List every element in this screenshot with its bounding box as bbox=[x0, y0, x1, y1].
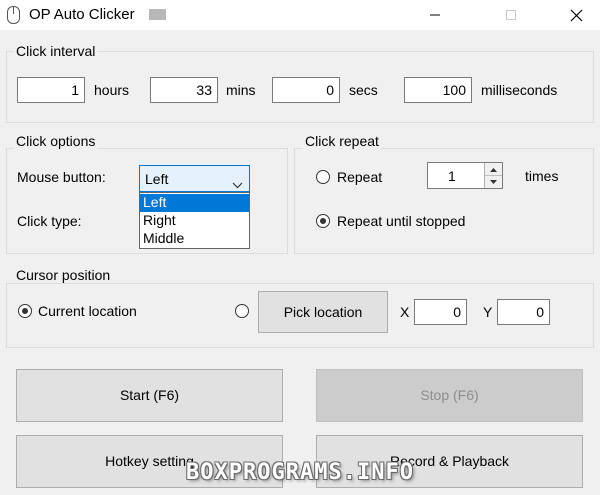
repeat-label: Repeat bbox=[337, 169, 383, 185]
stepper-buttons bbox=[484, 163, 502, 188]
mouse-button-value: Left bbox=[145, 171, 169, 187]
secs-input[interactable]: 0 bbox=[272, 77, 340, 103]
caret-down-icon bbox=[490, 180, 497, 184]
repeat-until-stopped-radio[interactable] bbox=[316, 214, 330, 228]
hours-input[interactable]: 1 bbox=[17, 77, 85, 103]
maximize-icon bbox=[506, 10, 516, 20]
close-button[interactable] bbox=[553, 0, 599, 30]
start-button[interactable]: Start (F6) bbox=[16, 369, 283, 422]
times-label: times bbox=[525, 168, 559, 184]
maximize-button[interactable] bbox=[488, 0, 534, 30]
stop-button[interactable]: Stop (F6) bbox=[316, 369, 583, 422]
mins-label: mins bbox=[226, 82, 256, 98]
cursor-position-title: Cursor position bbox=[14, 267, 113, 283]
title-smudge bbox=[149, 9, 166, 20]
mouse-button-dropdown-list: Left Right Middle bbox=[139, 192, 250, 249]
click-interval-title: Click interval bbox=[14, 43, 98, 59]
secs-label: secs bbox=[349, 82, 378, 98]
minimize-button[interactable] bbox=[412, 0, 458, 30]
click-options-title: Click options bbox=[14, 133, 98, 149]
current-location-label: Current location bbox=[38, 303, 137, 319]
repeat-count-stepper[interactable]: 1 bbox=[427, 162, 503, 189]
current-location-radio[interactable] bbox=[18, 304, 32, 318]
close-icon bbox=[570, 9, 582, 22]
stepper-down-button[interactable] bbox=[485, 175, 502, 187]
hours-label: hours bbox=[94, 82, 130, 98]
repeat-count-value: 1 bbox=[448, 168, 456, 184]
window-title: OP Auto Clicker bbox=[29, 6, 135, 23]
x-coordinate-input[interactable]: 0 bbox=[414, 299, 467, 325]
chevron-down-icon bbox=[232, 176, 243, 192]
pick-location-radio[interactable] bbox=[235, 304, 249, 318]
mins-input[interactable]: 33 bbox=[150, 77, 218, 103]
repeat-until-stopped-label: Repeat until stopped bbox=[337, 213, 466, 229]
minimize-icon bbox=[430, 14, 440, 16]
milliseconds-input[interactable]: 100 bbox=[404, 77, 472, 103]
y-coordinate-input[interactable]: 0 bbox=[497, 299, 550, 325]
click-type-label: Click type: bbox=[17, 213, 82, 229]
y-label: Y bbox=[483, 304, 493, 320]
watermark: BOXPROGRAMS.INFO bbox=[186, 460, 414, 485]
pick-location-button[interactable]: Pick location bbox=[258, 291, 388, 333]
mouse-button-label: Mouse button: bbox=[17, 169, 106, 185]
dropdown-option-right[interactable]: Right bbox=[140, 212, 249, 230]
dropdown-option-left[interactable]: Left bbox=[140, 194, 249, 212]
repeat-radio[interactable] bbox=[316, 170, 330, 184]
dropdown-option-middle[interactable]: Middle bbox=[140, 230, 249, 248]
x-label: X bbox=[400, 304, 410, 320]
title-bar: OP Auto Clicker bbox=[0, 0, 600, 30]
mouse-button-select[interactable]: Left bbox=[139, 165, 250, 192]
click-repeat-title: Click repeat bbox=[303, 133, 381, 149]
milliseconds-label: milliseconds bbox=[481, 82, 558, 98]
mouse-icon bbox=[7, 6, 20, 24]
